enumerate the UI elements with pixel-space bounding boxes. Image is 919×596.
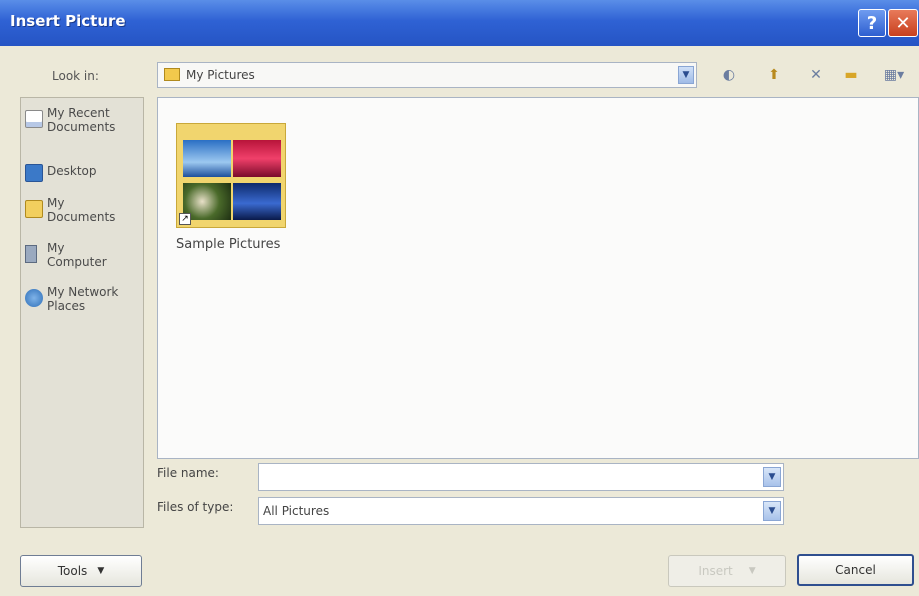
files-of-type-label: Files of type: (157, 500, 234, 514)
file-list[interactable]: ↗ Sample Pictures (157, 97, 919, 459)
up-folder-icon[interactable]: ⬆ (763, 64, 785, 86)
place-my-computer[interactable]: My Computer (25, 241, 143, 269)
recent-documents-icon (25, 110, 43, 128)
back-icon[interactable]: ◐ (718, 64, 740, 86)
look-in-dropdown[interactable]: My Pictures ▼ (157, 62, 697, 88)
folder-sample-pictures[interactable]: ↗ Sample Pictures (176, 123, 286, 253)
look-in-label: Look in: (52, 69, 99, 83)
insert-button[interactable]: Insert ▼ (668, 555, 786, 587)
file-name-field[interactable]: ▼ (258, 463, 784, 491)
insert-label: Insert (698, 564, 733, 578)
place-my-documents[interactable]: My Documents (25, 196, 143, 224)
tools-button[interactable]: Tools ▼ (20, 555, 142, 587)
cancel-label: Cancel (835, 563, 876, 577)
tools-label: Tools (57, 564, 88, 578)
help-icon: ? (866, 12, 878, 34)
thumbnail-image (183, 140, 231, 177)
my-computer-icon (25, 245, 37, 263)
places-bar: My Recent Documents Desktop My Documents… (20, 97, 144, 528)
insert-picture-dialog: Insert Picture ? ✕ Look in: My Pictures … (0, 0, 919, 596)
close-button[interactable]: ✕ (888, 9, 918, 37)
title-bar[interactable]: Insert Picture ? ✕ (0, 0, 919, 46)
place-my-network-places[interactable]: My Network Places (25, 285, 143, 313)
my-documents-icon (25, 200, 43, 218)
close-icon: ✕ (895, 12, 911, 34)
new-folder-icon[interactable]: ▬ (840, 64, 862, 86)
chevron-down-icon[interactable]: ▼ (678, 66, 694, 84)
network-places-icon (25, 289, 43, 307)
look-in-value: My Pictures (186, 68, 255, 82)
thumbnail-image (233, 140, 281, 177)
chevron-down-icon: ▼ (748, 566, 756, 576)
views-icon[interactable]: ▦▾ (874, 64, 914, 86)
folder-icon (164, 68, 180, 81)
place-desktop[interactable]: Desktop (25, 160, 143, 182)
shortcut-arrow-icon: ↗ (179, 213, 191, 225)
desktop-icon (25, 164, 43, 182)
thumbnail-image (233, 183, 281, 220)
files-of-type-dropdown[interactable]: All Pictures ▼ (258, 497, 784, 525)
dialog-title: Insert Picture (10, 12, 126, 30)
folder-icon: ↗ (176, 123, 286, 228)
folder-label: Sample Pictures (176, 237, 281, 252)
files-of-type-value: All Pictures (263, 504, 330, 518)
help-button[interactable]: ? (858, 9, 886, 37)
chevron-down-icon: ▼ (97, 566, 105, 576)
chevron-down-icon[interactable]: ▼ (763, 467, 781, 487)
cancel-button[interactable]: Cancel (797, 554, 914, 586)
delete-icon[interactable]: ✕ (805, 64, 827, 86)
file-name-label: File name: (157, 466, 219, 480)
chevron-down-icon[interactable]: ▼ (763, 501, 781, 521)
place-my-recent-documents[interactable]: My Recent Documents (25, 106, 143, 134)
